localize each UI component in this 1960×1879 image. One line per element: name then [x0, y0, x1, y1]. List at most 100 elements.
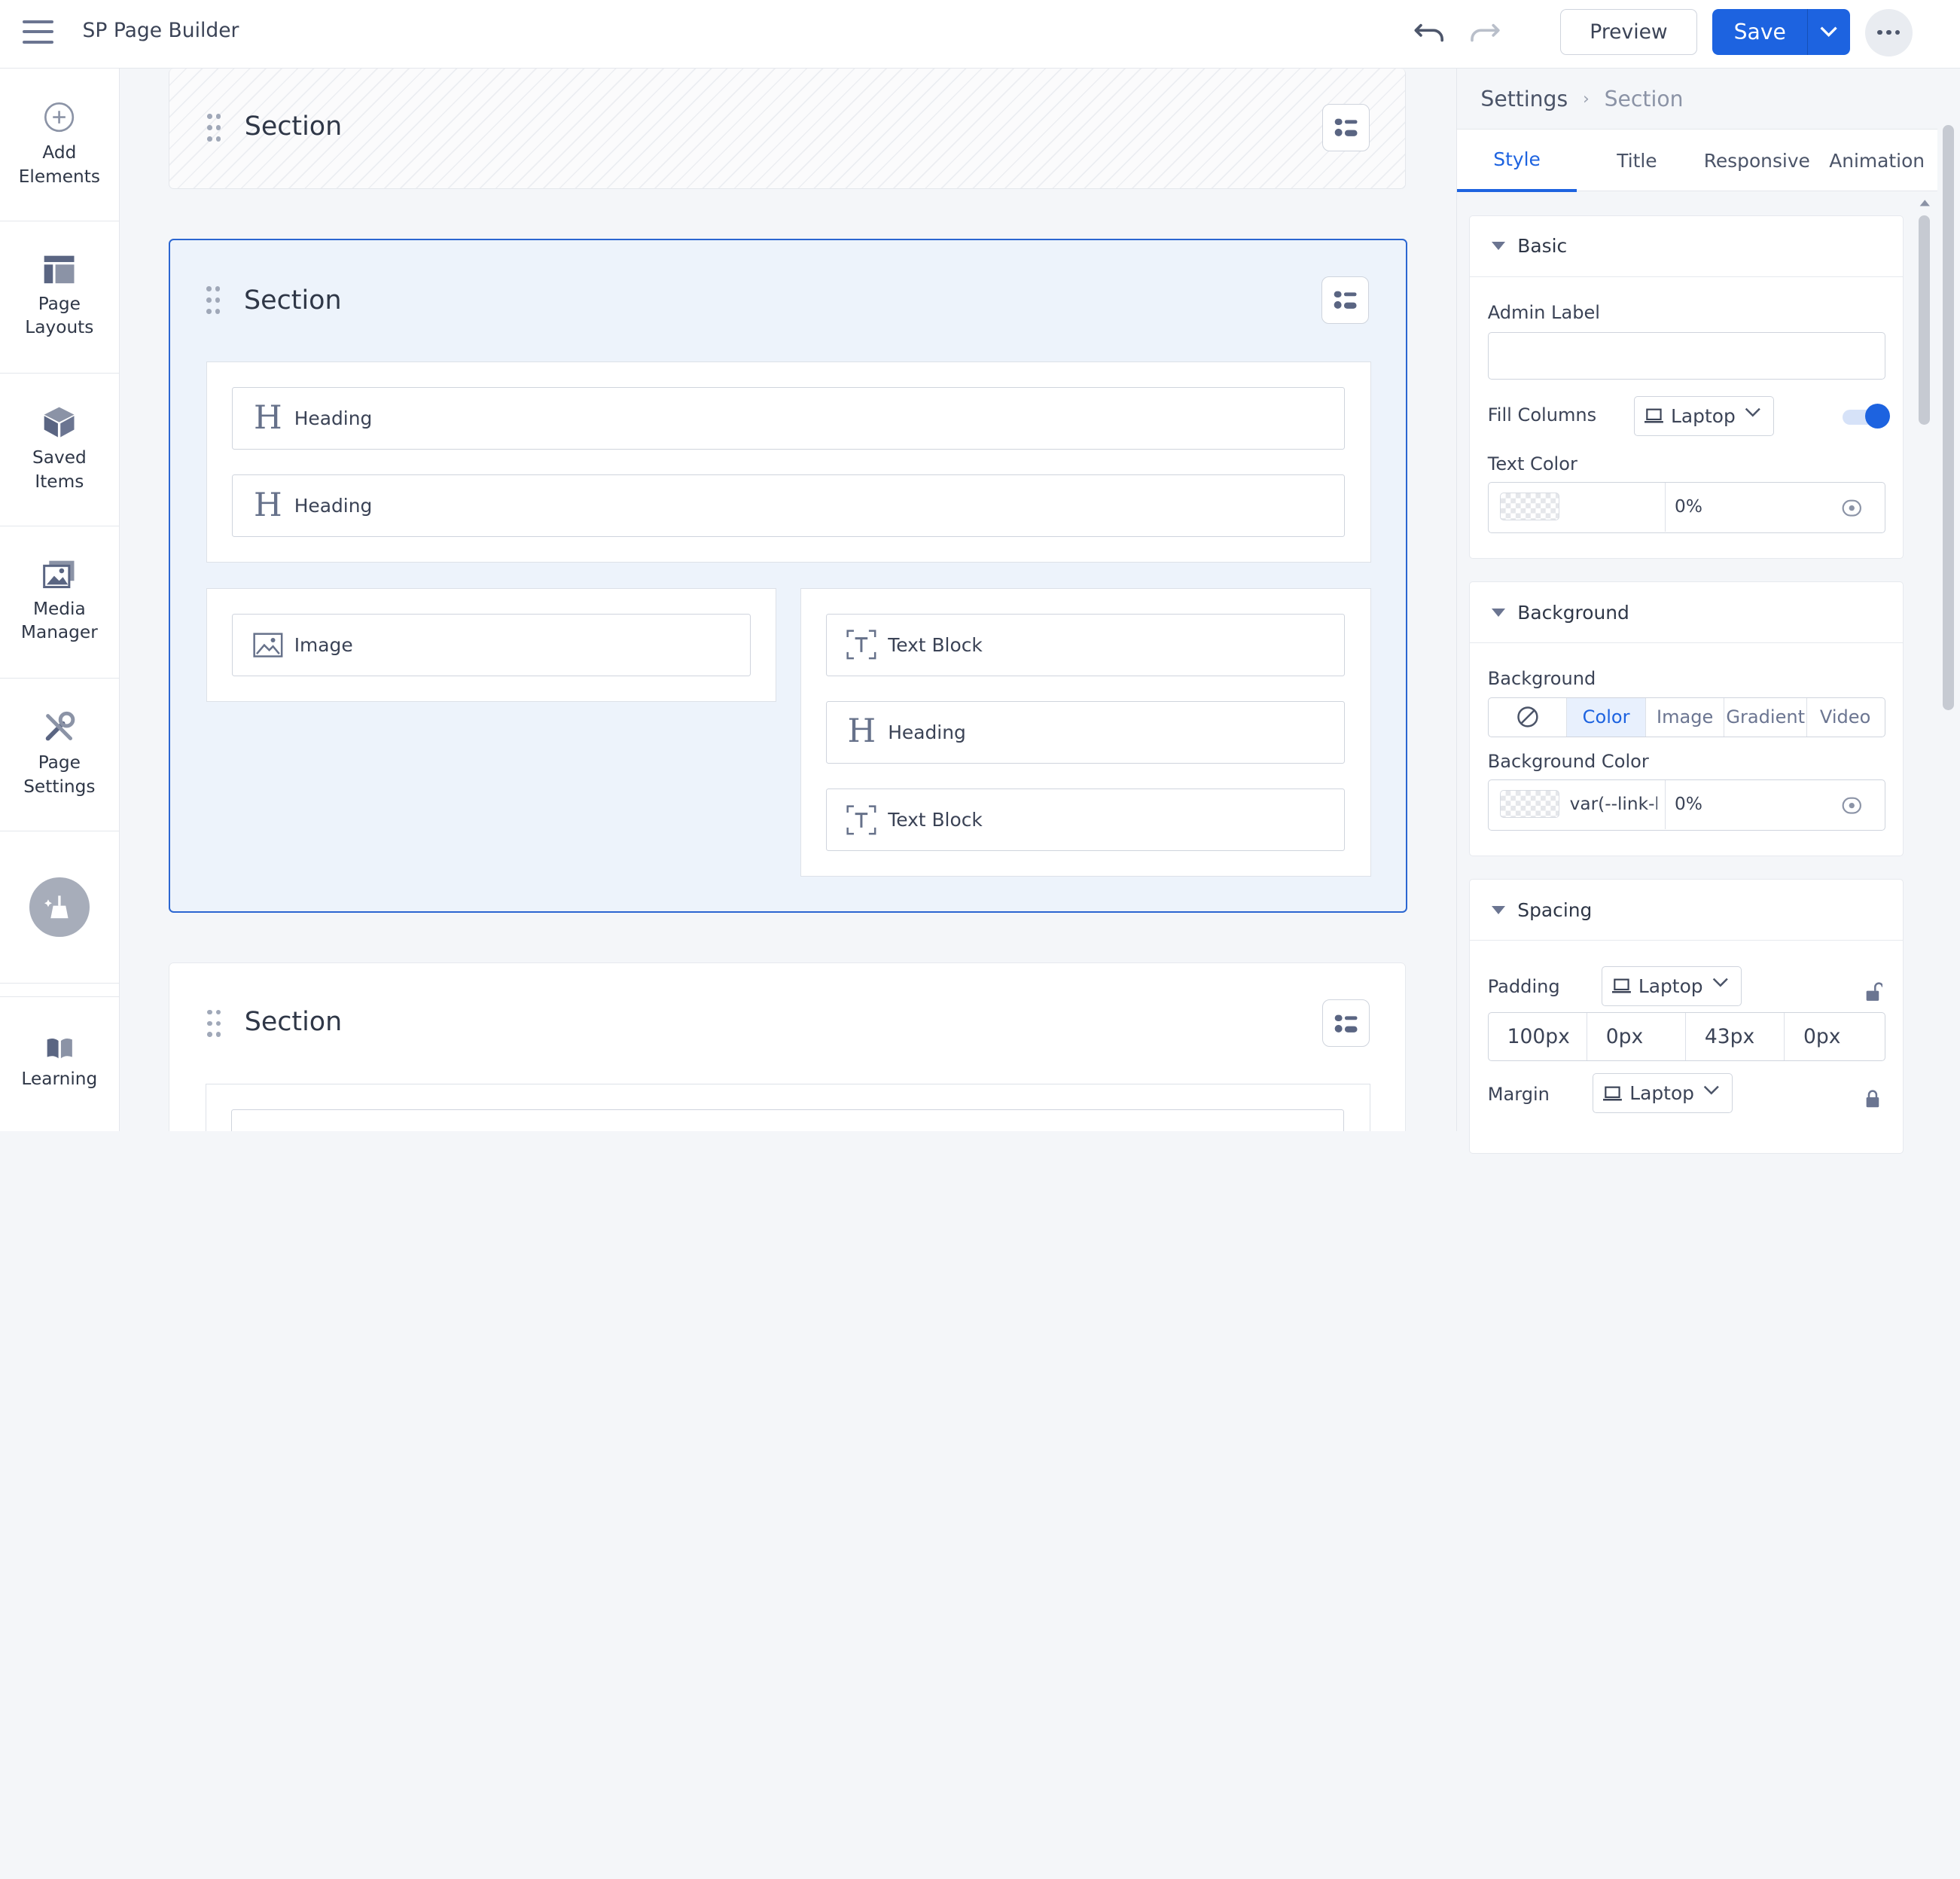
plus-circle-icon [44, 102, 75, 133]
sidebar-item-label: Add Elements [18, 142, 100, 187]
redo-icon[interactable] [1468, 17, 1502, 47]
section-options-button[interactable] [1321, 276, 1370, 325]
sidebar-item-media-manager[interactable]: Media Manager [0, 526, 119, 679]
sidebar-item-label: Media Manager [20, 598, 98, 643]
text-block-icon [846, 630, 876, 660]
scroll-up-arrow-icon[interactable] [1919, 197, 1931, 207]
addon-heading[interactable]: H Heading [232, 474, 1345, 538]
addon-image[interactable]: Image [232, 613, 751, 676]
group-basic-header[interactable]: Basic [1470, 216, 1903, 277]
sidebar-item-ai-assistant[interactable] [0, 831, 119, 984]
color-swatch[interactable] [1499, 790, 1560, 818]
tab-animation[interactable]: Animation [1817, 130, 1937, 192]
addon-placeholder[interactable] [231, 1109, 1344, 1132]
page-scrollbar[interactable] [1942, 125, 1954, 710]
color-value[interactable]: var(--link-b [1570, 794, 1657, 814]
settings-panel: Settings › Section Style Title Responsiv… [1456, 69, 1938, 1155]
sidebar-item-add-elements[interactable]: Add Elements [0, 69, 119, 221]
reset-color-icon[interactable] [1842, 499, 1862, 517]
sidebar-item-label: Page Layouts [25, 293, 94, 338]
column-full-width[interactable] [206, 1083, 1371, 1132]
lock-icon[interactable] [1865, 1090, 1880, 1109]
hamburger-menu-icon[interactable] [22, 20, 54, 45]
section-selected[interactable]: Section H Heading H Heading Image Text B… [169, 239, 1408, 913]
chevron-down-icon [1703, 1085, 1719, 1095]
text-color-picker[interactable]: 0% [1487, 482, 1885, 534]
padding-right-input[interactable]: 0px [1587, 1012, 1686, 1060]
padding-left-input[interactable]: 0px [1785, 1013, 1883, 1060]
sidebar-item-learning[interactable]: Learning [0, 996, 119, 1131]
background-option-image[interactable]: Image [1646, 697, 1725, 737]
save-options-dropdown[interactable] [1807, 8, 1850, 56]
preview-button[interactable]: Preview [1559, 8, 1698, 56]
group-title: Background [1517, 601, 1629, 624]
addon-text-block[interactable]: Text Block [825, 613, 1345, 676]
section-options-button[interactable] [1321, 103, 1370, 151]
sidebar-item-page-settings[interactable]: Page Settings [0, 679, 119, 831]
padding-device-select[interactable]: Laptop [1601, 965, 1742, 1006]
section-title: Section [244, 285, 342, 316]
column-left[interactable]: Image [206, 587, 777, 702]
addon-label: Image [294, 633, 353, 656]
addon-label: Heading [888, 721, 966, 743]
column-full-width[interactable]: H Heading H Heading [206, 361, 1372, 563]
builder-canvas: Section Section H Heading H Heading Imag… [120, 69, 1456, 1132]
fill-columns-toggle[interactable] [1843, 403, 1891, 429]
addon-text-block[interactable]: Text Block [825, 789, 1345, 852]
group-title: Spacing [1517, 898, 1593, 921]
color-swatch[interactable] [1499, 493, 1560, 520]
drag-handle-icon[interactable] [206, 1009, 222, 1040]
background-option-gradient[interactable]: Gradient [1724, 697, 1807, 737]
background-color-picker[interactable]: var(--link-b 0% [1487, 779, 1885, 831]
background-option-color[interactable]: Color [1567, 697, 1646, 737]
more-options-button[interactable] [1864, 8, 1913, 56]
section-options-icon [1334, 291, 1357, 310]
opacity-value[interactable]: 0% [1675, 794, 1702, 814]
sidebar-item-saved-items[interactable]: Saved Items [0, 374, 119, 526]
group-background-header[interactable]: Background [1470, 582, 1903, 644]
opacity-value[interactable]: 0% [1675, 496, 1702, 517]
background-option-video[interactable]: Video [1807, 698, 1883, 737]
tab-title[interactable]: Title [1577, 130, 1696, 192]
breadcrumb: Settings › Section [1456, 69, 1938, 129]
save-button[interactable]: Save [1712, 8, 1808, 56]
device-value: Laptop [1638, 975, 1703, 997]
image-icon [253, 630, 283, 660]
padding-bottom-input[interactable]: 43px [1686, 1012, 1785, 1060]
undo-icon[interactable] [1413, 17, 1447, 47]
margin-device-select[interactable]: Laptop [1593, 1073, 1733, 1114]
text-block-icon [846, 805, 876, 835]
drag-handle-icon[interactable] [206, 286, 221, 316]
group-spacing-header[interactable]: Spacing [1470, 880, 1903, 941]
breadcrumb-root[interactable]: Settings [1480, 87, 1568, 111]
app-title: SP Page Builder [82, 18, 239, 42]
addon-label: Text Block [888, 809, 983, 831]
column-right[interactable]: Text Block H Heading Text Block [800, 587, 1372, 877]
chevron-down-icon [1745, 408, 1760, 418]
section-options-button[interactable] [1321, 999, 1370, 1048]
box-icon [44, 407, 75, 438]
reset-color-icon[interactable] [1842, 797, 1862, 814]
group-background: Background Background Color Image Gradie… [1469, 581, 1904, 857]
no-background-option[interactable] [1489, 697, 1568, 737]
drag-handle-icon[interactable] [206, 114, 222, 144]
text-color-label: Text Color [1487, 453, 1577, 474]
tab-responsive[interactable]: Responsive [1697, 130, 1817, 192]
addon-label: Heading [294, 407, 373, 430]
addon-heading[interactable]: H Heading [232, 387, 1345, 450]
panel-scrollbar[interactable] [1919, 215, 1931, 426]
padding-inputs: 100px 0px 43px 0px [1487, 1011, 1885, 1061]
addon-heading[interactable]: H Heading [825, 700, 1345, 764]
section-collapsed[interactable]: Section [169, 69, 1407, 189]
sidebar-item-page-layouts[interactable]: Page Layouts [0, 221, 119, 374]
fill-columns-device-select[interactable]: Laptop [1633, 395, 1774, 436]
admin-label-input[interactable] [1487, 331, 1885, 380]
unlock-icon[interactable] [1865, 982, 1883, 1002]
tab-style[interactable]: Style [1456, 130, 1577, 192]
section-collapsed[interactable]: Section [169, 962, 1407, 1132]
padding-top-input[interactable]: 100px [1489, 1012, 1587, 1060]
fill-columns-label: Fill Columns [1487, 404, 1597, 426]
heading-icon: H [847, 712, 876, 751]
laptop-icon [1645, 408, 1664, 423]
section-title: Section [244, 1007, 343, 1038]
